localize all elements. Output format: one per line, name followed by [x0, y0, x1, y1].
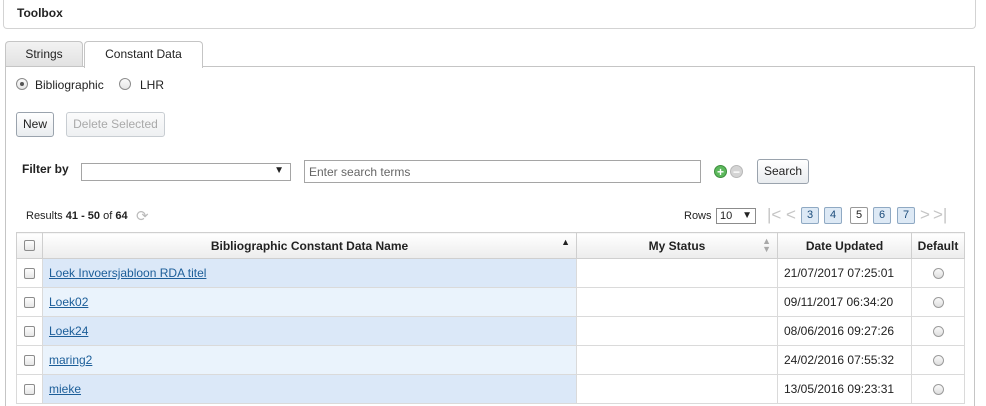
- table-row: Loek02 09/11/2017 06:34:20: [16, 287, 965, 317]
- column-header-name[interactable]: Bibliographic Constant Data Name ▲: [42, 232, 577, 259]
- page-button-7[interactable]: 7: [897, 207, 915, 224]
- row-checkbox[interactable]: [24, 383, 35, 395]
- next-page-icon[interactable]: >: [920, 205, 930, 225]
- table-row: mieke 13/05/2016 09:23:31: [16, 374, 965, 404]
- radio-lhr[interactable]: [119, 78, 131, 90]
- row-name-link[interactable]: Loek02: [49, 295, 88, 309]
- row-name-link[interactable]: maring2: [49, 353, 92, 367]
- new-button[interactable]: New: [16, 112, 54, 137]
- column-header-default: Default: [911, 232, 965, 259]
- delete-selected-button[interactable]: Delete Selected: [66, 112, 165, 137]
- row-date: 08/06/2016 09:27:26: [777, 316, 912, 346]
- row-status: [576, 316, 778, 346]
- row-status: [576, 374, 778, 404]
- row-date: 24/02/2016 07:55:32: [777, 345, 912, 375]
- row-date: 13/05/2016 09:23:31: [777, 374, 912, 404]
- page-button-6[interactable]: 6: [873, 207, 891, 224]
- row-default-radio[interactable]: [932, 354, 944, 366]
- tab-strings[interactable]: Strings: [5, 41, 83, 66]
- sort-asc-icon: ▲: [561, 237, 570, 247]
- row-default-radio[interactable]: [932, 267, 944, 279]
- rows-per-page-select[interactable]: 10 ▼: [716, 208, 756, 224]
- tab-constant-data[interactable]: Constant Data: [84, 41, 203, 68]
- remove-icon[interactable]: −: [730, 165, 743, 178]
- page-button-3[interactable]: 3: [801, 207, 819, 224]
- dropdown-arrow-icon: ▼: [742, 210, 752, 221]
- select-all-checkbox[interactable]: [24, 240, 35, 251]
- row-name-link[interactable]: Loek Invoersjabloon RDA titel: [49, 266, 206, 280]
- last-page-icon[interactable]: >|: [933, 205, 947, 225]
- table-row: Loek24 08/06/2016 09:27:26: [16, 316, 965, 346]
- constant-data-table: Bibliographic Constant Data Name ▲ My Sta…: [16, 232, 965, 404]
- row-default-radio[interactable]: [932, 325, 944, 337]
- dropdown-arrow-icon: ▼: [274, 165, 284, 176]
- refresh-icon[interactable]: ⟳: [136, 207, 149, 225]
- column-header-status[interactable]: My Status ▲ ▼: [576, 232, 778, 259]
- row-checkbox[interactable]: [24, 267, 35, 279]
- filter-by-select[interactable]: ▼: [81, 163, 291, 181]
- toolbox-panel: Toolbox: [3, 0, 976, 29]
- prev-page-icon[interactable]: <: [786, 205, 796, 225]
- row-default-radio[interactable]: [932, 383, 944, 395]
- row-status: [576, 287, 778, 317]
- results-summary: Results 41 - 50 of 64: [26, 210, 128, 222]
- row-name-link[interactable]: mieke: [49, 382, 81, 396]
- table-header-row: Bibliographic Constant Data Name ▲ My Sta…: [16, 232, 965, 259]
- row-checkbox[interactable]: [24, 354, 35, 366]
- sort-both-icon: ▲ ▼: [762, 236, 771, 254]
- row-date: 21/07/2017 07:25:01: [777, 258, 912, 288]
- row-default-radio[interactable]: [932, 296, 944, 308]
- first-page-icon[interactable]: |<: [767, 205, 781, 225]
- search-input[interactable]: [304, 160, 701, 183]
- select-all-header: [16, 232, 43, 259]
- row-checkbox[interactable]: [24, 296, 35, 308]
- add-icon[interactable]: +: [714, 165, 727, 178]
- table-row: Loek Invoersjabloon RDA titel 21/07/2017…: [16, 258, 965, 288]
- radio-bibliographic-label[interactable]: Bibliographic: [35, 78, 104, 92]
- table-row: maring2 24/02/2016 07:55:32: [16, 345, 965, 375]
- column-header-date: Date Updated: [777, 232, 912, 259]
- filter-by-label: Filter by: [22, 162, 69, 176]
- search-button[interactable]: Search: [757, 159, 809, 184]
- radio-bibliographic[interactable]: [16, 78, 28, 90]
- radio-lhr-label[interactable]: LHR: [140, 78, 164, 92]
- rows-label: Rows: [684, 210, 712, 222]
- row-status: [576, 345, 778, 375]
- rows-per-page-value: 10: [720, 210, 733, 222]
- page-button-5[interactable]: 5: [850, 207, 868, 224]
- row-date: 09/11/2017 06:34:20: [777, 287, 912, 317]
- toolbox-title: Toolbox: [17, 6, 63, 20]
- row-checkbox[interactable]: [24, 325, 35, 337]
- row-name-link[interactable]: Loek24: [49, 324, 88, 338]
- row-status: [576, 258, 778, 288]
- page-button-4[interactable]: 4: [824, 207, 842, 224]
